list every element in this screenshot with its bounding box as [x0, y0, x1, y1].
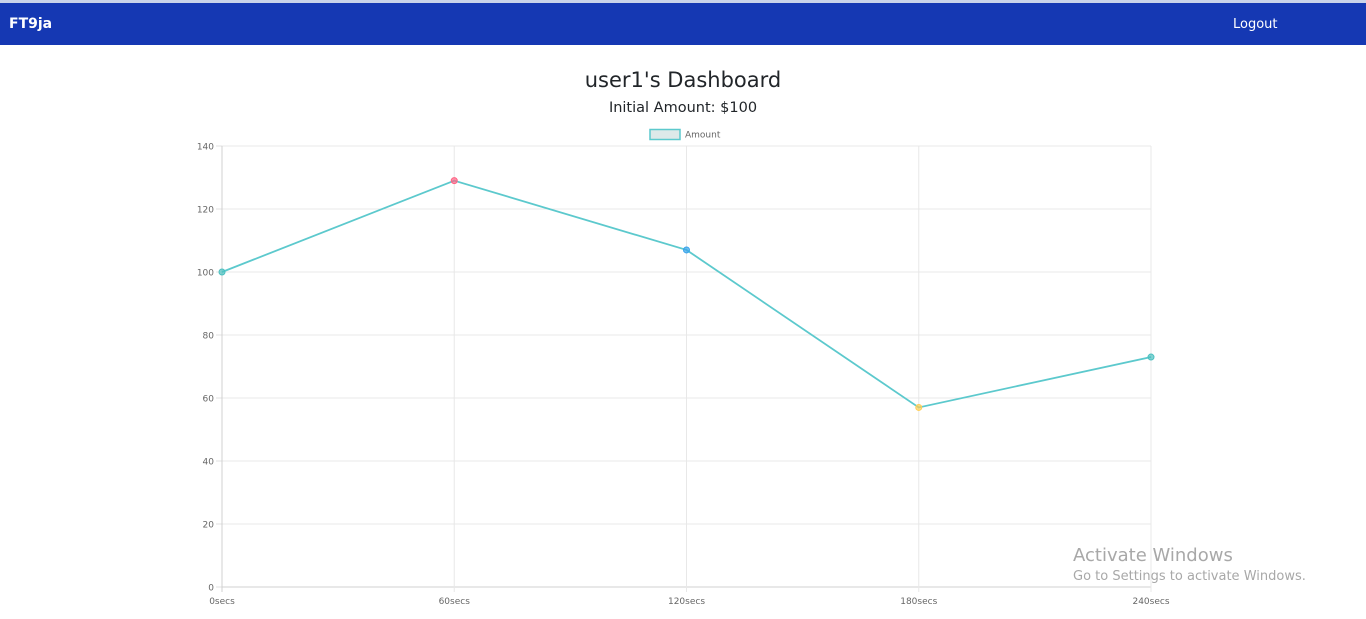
y-tick-label: 60 — [203, 395, 215, 405]
watermark-title: Activate Windows — [1073, 545, 1233, 566]
legend-swatch-amount — [649, 128, 681, 141]
x-tick-label: 0secs — [209, 597, 235, 607]
y-tick-label: 120 — [197, 206, 214, 216]
x-tick-label: 120secs — [668, 597, 705, 607]
data-point — [915, 403, 923, 411]
x-tick-label: 240secs — [1132, 597, 1169, 607]
y-tick-label: 140 — [197, 143, 214, 153]
y-tick-label: 20 — [203, 521, 215, 531]
data-point — [218, 268, 226, 276]
y-tick-label: 40 — [203, 458, 215, 468]
watermark-subtitle: Go to Settings to activate Windows. — [1073, 569, 1306, 584]
legend-label-amount: Amount — [685, 131, 721, 141]
y-tick-label: 0 — [208, 584, 214, 594]
data-point — [450, 177, 458, 185]
data-point — [1147, 353, 1155, 361]
x-tick-label: 180secs — [900, 597, 937, 607]
x-tick-label: 60secs — [439, 597, 471, 607]
activate-windows-watermark: Activate Windows Go to Settings to activ… — [1073, 545, 1306, 584]
data-point — [683, 246, 690, 254]
y-tick-label: 100 — [197, 269, 214, 279]
amount-line-chart: 0 20 40 60 80 100 120 140 0secs 60secs 120secs 180s… — [197, 128, 1170, 607]
y-tick-label: 80 — [203, 332, 215, 342]
